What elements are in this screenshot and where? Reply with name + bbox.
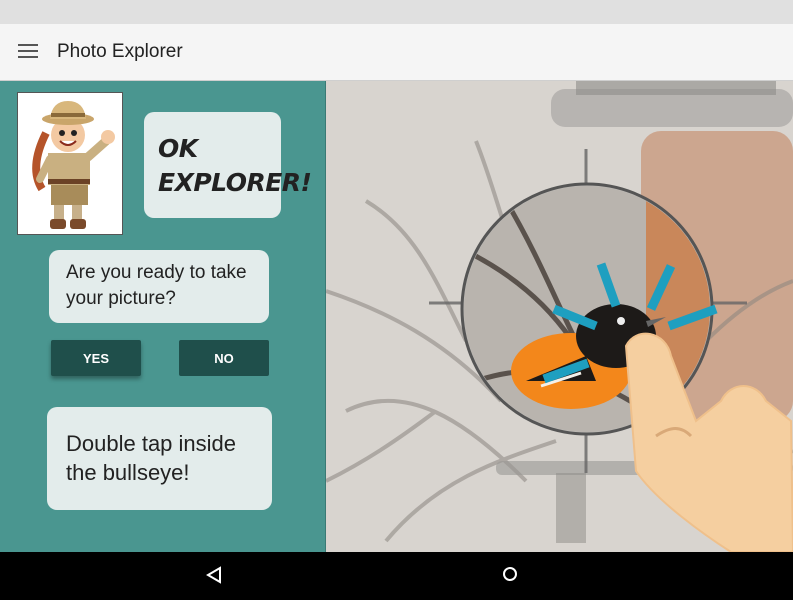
status-bar <box>0 0 793 24</box>
explorer-panel: OK EXPLORER! Are you ready to take your … <box>0 81 326 552</box>
menu-icon[interactable] <box>18 44 38 58</box>
ok-explorer-bubble: OK EXPLORER! <box>144 112 312 218</box>
home-circle-icon[interactable] <box>503 567 517 581</box>
system-navigation-bar <box>0 552 793 600</box>
ready-question-bubble: Are you ready to take your picture? <box>49 250 269 323</box>
ok-explorer-line1: OK <box>158 134 198 163</box>
explorer-character-avatar <box>17 92 123 235</box>
yes-button[interactable]: YES <box>51 340 141 376</box>
app-bar: Photo Explorer <box>0 24 793 81</box>
bird-photo-viewfinder[interactable] <box>326 81 793 552</box>
app-title: Photo Explorer <box>57 41 183 62</box>
double-tap-instruction-bubble: Double tap inside the bullseye! <box>47 407 272 510</box>
no-button[interactable]: NO <box>179 340 269 376</box>
ok-explorer-line2: EXPLORER! <box>158 168 312 197</box>
back-triangle-icon[interactable] <box>206 566 222 584</box>
